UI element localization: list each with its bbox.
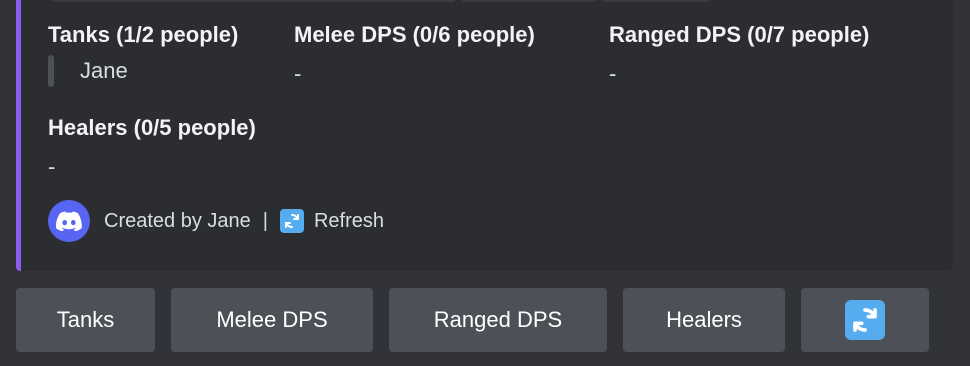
footer-created-by: Created by Jane xyxy=(104,209,251,232)
event-embed: Tanks (1/2 people) Jane Melee DPS (0/6 p… xyxy=(16,0,953,271)
tanks-button-label: Tanks xyxy=(56,307,115,332)
previous-row-peek xyxy=(461,0,597,2)
field-name-tanks: Tanks (1/2 people) xyxy=(48,22,239,47)
field-value-healers: - xyxy=(48,154,56,179)
field-name-healers: Healers (0/5 people) xyxy=(48,115,256,140)
melee-dps-button[interactable]: Melee DPS xyxy=(171,288,373,352)
ranged-dps-button-label: Ranged DPS xyxy=(433,307,563,332)
discord-icon xyxy=(48,200,90,242)
tank-member-name: Jane xyxy=(80,58,128,83)
field-ranged-dps: Ranged DPS (0/7 people) - xyxy=(609,21,869,89)
field-value-tanks: Jane xyxy=(48,55,238,87)
refresh-button[interactable] xyxy=(801,288,929,352)
healers-button-label: Healers xyxy=(666,307,742,332)
refresh-emoji-icon xyxy=(845,300,885,340)
field-value-ranged-dps: - xyxy=(609,61,617,86)
ranged-dps-button[interactable]: Ranged DPS xyxy=(389,288,607,352)
tanks-button[interactable]: Tanks xyxy=(16,288,155,352)
refresh-emoji-icon xyxy=(279,209,304,233)
melee-dps-button-label: Melee DPS xyxy=(216,307,328,332)
field-name-ranged-dps: Ranged DPS (0/7 people) xyxy=(609,22,870,47)
previous-row-peek xyxy=(601,0,711,2)
healers-button[interactable]: Healers xyxy=(623,288,785,352)
embed-footer: Created by Jane | Refresh xyxy=(48,200,384,242)
field-tanks: Tanks (1/2 people) Jane xyxy=(48,21,238,87)
field-healers: Healers (0/5 people) - xyxy=(48,114,256,182)
footer-separator: | xyxy=(262,209,268,232)
previous-row-peek xyxy=(51,0,456,2)
blockquote-bar xyxy=(48,55,54,87)
footer-refresh-label: Refresh xyxy=(313,209,384,232)
field-value-melee-dps: - xyxy=(294,61,302,86)
field-name-melee-dps: Melee DPS (0/6 people) xyxy=(294,22,535,47)
field-melee-dps: Melee DPS (0/6 people) - xyxy=(294,21,535,89)
